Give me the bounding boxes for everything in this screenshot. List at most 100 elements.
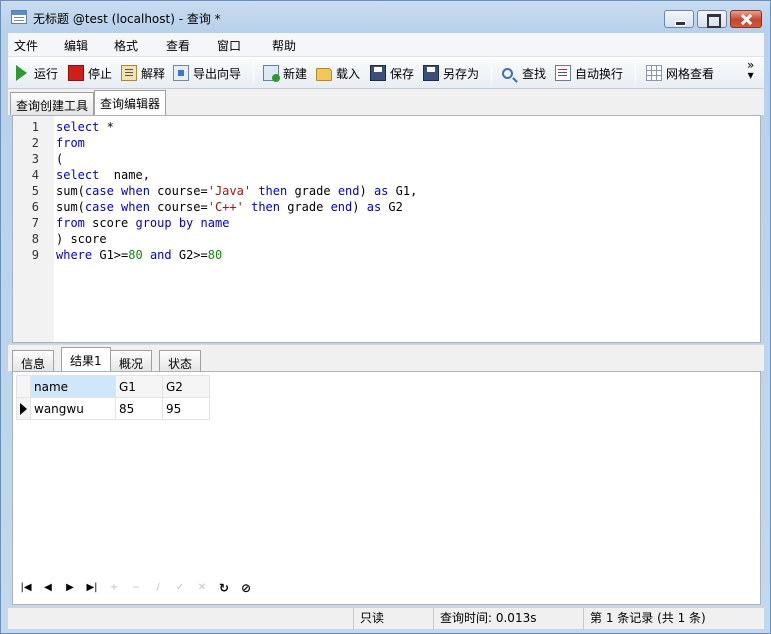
code-token: and [149,248,172,262]
tab-query-editor[interactable]: 查询编辑器 [94,90,167,115]
code-token: ) score [56,232,107,246]
code-text: from score group by name [56,215,229,231]
current-row-arrow-icon [20,403,27,415]
code-token: 80 [128,248,143,262]
toolbar: 运行 停止 解释 导出向导 新建 载入 保存 另存为 查找 自动换行 网格查看 … [8,57,764,89]
save-label: 保存 [390,66,415,81]
grid-view-label: 网格查看 [666,66,715,81]
add-record-button[interactable]: + [106,580,122,596]
new-query-icon [263,65,280,82]
column-header-g2[interactable]: G2 [162,375,210,398]
export-icon [173,65,189,81]
word-wrap-label: 自动换行 [575,66,624,81]
sql-editor[interactable]: 1 select * 2 from 3(4 select name, 5 sum(case w… [12,115,761,343]
code-line: 6 sum(case when course='C++' then grade e… [13,199,760,215]
tab-info[interactable]: 信息 [12,350,55,372]
code-token: G1, [388,184,418,198]
code-token: as [373,184,389,198]
new-button[interactable]: 新建 [263,63,307,83]
code-line: 8) score [13,231,760,247]
code-token: score [84,216,136,230]
tab-query-builder[interactable]: 查询创建工具 [10,92,95,115]
status-bar: 只读 查询时间: 0.013s 第 1 条记录 (共 1 条) [8,607,764,630]
edit-record-button[interactable]: ∕ [150,580,166,596]
code-token: select [56,120,100,134]
code-text: ( [56,151,63,167]
grid-view-button[interactable]: 网格查看 [646,63,714,83]
line-number: 6 [31,200,39,214]
find-button[interactable]: 查找 [502,63,546,83]
cell-g1[interactable]: 85 [115,397,163,420]
load-label: 载入 [336,66,361,81]
minimize-button[interactable] [664,10,694,28]
column-header-g1[interactable]: G1 [115,375,163,398]
maximize-button[interactable] [697,10,727,28]
delete-record-button[interactable]: − [128,580,144,596]
run-button[interactable]: 运行 [16,63,58,83]
menu-help[interactable]: 帮助 [272,37,296,54]
code-token: ( [56,152,64,166]
code-token: 'C++' [207,200,244,214]
export-wizard-button[interactable]: 导出向导 [173,63,241,83]
code-token: course= [149,184,208,198]
refresh-button[interactable]: ↻ [216,580,232,596]
query-time-status: 查询时间: 0.013s [433,608,583,630]
stop-label: 停止 [88,66,113,81]
line-number: 7 [31,216,39,230]
row-indicator[interactable] [16,397,31,420]
code-line: 1 select * [13,119,760,135]
cell-name[interactable]: wangwu [30,397,116,420]
column-header-name[interactable]: name [30,375,116,398]
word-wrap-button[interactable]: 自动换行 [555,63,623,83]
run-icon [16,65,27,81]
export-wizard-label: 导出向导 [193,66,242,81]
code-text: from [56,135,85,151]
grid-icon [646,65,662,81]
close-button[interactable] [730,10,762,28]
explain-button[interactable]: 解释 [121,63,165,83]
menu-format[interactable]: 格式 [114,37,138,54]
line-number: 1 [31,120,39,134]
cell-g2[interactable]: 95 [162,397,210,420]
apply-changes-button[interactable]: ✓ [172,580,188,596]
stop-button[interactable]: 停止 [68,63,112,83]
code-token: 'Java' [207,184,252,198]
code-token: where [56,248,93,262]
code-token: ) [359,184,374,198]
code-token: name, [99,168,150,182]
tab-result1[interactable]: 结果1 [61,347,111,372]
toolbar-separator [635,62,636,84]
line-number: 4 [31,168,39,182]
tab-status[interactable]: 状态 [159,350,202,372]
load-button[interactable]: 载入 [316,63,360,83]
code-line: 4 select name, [13,167,760,183]
code-line: 5 sum(case when course='Java' then grade … [13,183,760,199]
menu-edit[interactable]: 编辑 [64,37,88,54]
prev-record-button[interactable]: ◀ [40,580,56,596]
code-token: sum( [56,184,85,198]
code-token: name [200,216,230,230]
tab-profile[interactable]: 概况 [110,350,153,372]
save-button[interactable]: 保存 [370,63,414,83]
toolbar-overflow-button[interactable]: » ▾ [747,59,754,81]
last-record-button[interactable]: ▶| [84,580,100,596]
line-number: 3 [31,152,39,166]
stop-icon [68,65,84,81]
next-record-button[interactable]: ▶ [62,580,78,596]
code-token: 80 [207,248,223,262]
cancel-changes-button[interactable]: ✕ [194,580,210,596]
save-icon [370,65,386,81]
save-as-button[interactable]: 另存为 [423,63,479,83]
code-token: end [337,184,360,198]
line-number: 2 [31,136,39,150]
first-record-button[interactable]: |◀ [18,580,34,596]
code-line: 7 from score group by name [13,215,760,231]
magnifier-icon [502,67,513,79]
stop-loading-button[interactable]: ⊘ [238,580,254,596]
menu-view[interactable]: 查看 [166,37,190,54]
menu-file[interactable]: 文件 [14,37,38,54]
menu-bar: 文件 编辑 格式 查看 窗口 帮助 [8,33,764,57]
code-line: 9 where G1>=80 and G2>=80 [13,247,760,263]
menu-window[interactable]: 窗口 [217,37,241,54]
